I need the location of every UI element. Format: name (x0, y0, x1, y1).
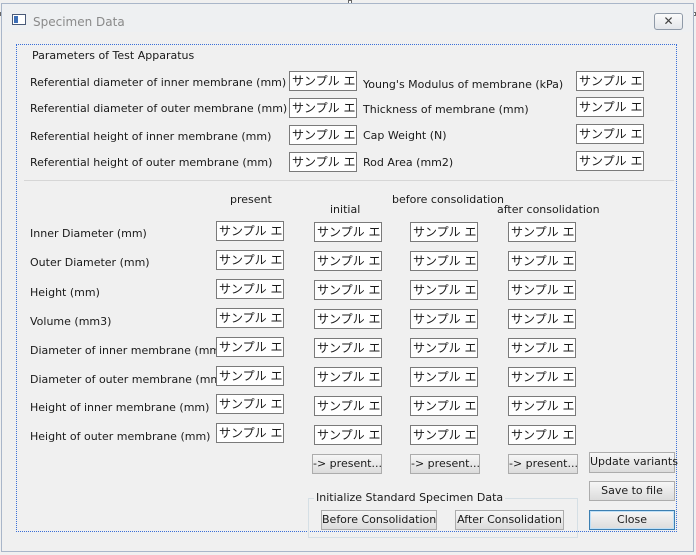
inner-membrane-height-before-input[interactable]: サンプル エ: (410, 396, 478, 416)
height-initial-input[interactable]: サンプル エ: (314, 280, 382, 300)
ref-outer-height-input[interactable]: サンプル エ: (289, 152, 357, 172)
outer-membrane-diameter-label: Diameter of outer membrane (mm) (30, 373, 226, 386)
section-divider (24, 180, 674, 181)
inner-diameter-before-input[interactable]: サンプル エ: (410, 222, 478, 242)
apparatus-heading: Parameters of Test Apparatus (32, 49, 195, 62)
ref-inner-height-label: Referential height of inner membrane (mm… (30, 130, 272, 143)
update-variants-button[interactable]: Update variants (589, 452, 678, 473)
volume-before-input[interactable]: サンプル エ: (410, 309, 478, 329)
inner-diameter-present-input[interactable]: サンプル エ: (216, 221, 284, 241)
outer-diameter-after-input[interactable]: サンプル エ: (508, 251, 576, 271)
rod-area-input[interactable]: サンプル エ: (576, 151, 644, 171)
inner-diameter-after-input[interactable]: サンプル エ: (508, 222, 576, 242)
copy-before-to-present-button[interactable]: -> present... (410, 454, 480, 474)
height-label: Height (mm) (30, 286, 100, 299)
outer-membrane-height-after-input[interactable]: サンプル エ: (508, 425, 576, 445)
outer-membrane-diameter-before-input[interactable]: サンプル エ: (410, 367, 478, 387)
cap-weight-label: Cap Weight (N) (363, 129, 447, 142)
inner-diameter-label: Inner Diameter (mm) (30, 227, 147, 240)
app-window-icon (12, 14, 26, 25)
save-to-file-button[interactable]: Save to file (589, 481, 675, 501)
outer-membrane-diameter-present-input[interactable]: サンプル エ: (216, 366, 284, 386)
volume-after-input[interactable]: サンプル エ: (508, 309, 576, 329)
membrane-thickness-label: Thickness of membrane (mm) (363, 103, 529, 116)
ref-outer-diameter-input[interactable]: サンプル エ: (289, 98, 357, 118)
window-title: Specimen Data (33, 15, 125, 29)
youngs-modulus-input[interactable]: サンプル エ: (576, 71, 644, 91)
height-after-input[interactable]: サンプル エ: (508, 280, 576, 300)
inner-diameter-initial-input[interactable]: サンプル エ: (314, 222, 382, 242)
column-header-after-consolidation: after consolidation (497, 203, 600, 216)
column-header-present: present (230, 193, 272, 206)
column-header-before-consolidation: before consolidation (392, 193, 505, 206)
initialize-group-heading: Initialize Standard Specimen Data (314, 491, 506, 504)
height-present-input[interactable]: サンプル エ: (216, 279, 284, 299)
inner-membrane-diameter-after-input[interactable]: サンプル エ: (508, 338, 576, 358)
window-close-button[interactable]: ✕ (654, 13, 683, 30)
column-header-initial: initial (330, 203, 361, 216)
inner-membrane-height-label: Height of inner membrane (mm) (30, 401, 210, 414)
cap-weight-input[interactable]: サンプル エ: (576, 124, 644, 144)
inner-membrane-diameter-initial-input[interactable]: サンプル エ: (314, 338, 382, 358)
rod-area-label: Rod Area (mm2) (363, 156, 454, 169)
ref-inner-diameter-label: Referential diameter of inner membrane (… (30, 76, 287, 89)
outer-diameter-present-input[interactable]: サンプル エ: (216, 250, 284, 270)
volume-initial-input[interactable]: サンプル エ: (314, 309, 382, 329)
membrane-thickness-input[interactable]: サンプル エ: (576, 97, 644, 117)
inner-membrane-height-after-input[interactable]: サンプル エ: (508, 396, 576, 416)
outer-membrane-height-initial-input[interactable]: サンプル エ: (314, 425, 382, 445)
ref-outer-height-label: Referential height of outer membrane (mm… (30, 156, 273, 169)
ref-outer-diameter-label: Referential diameter of outer membrane (… (30, 102, 288, 115)
inner-membrane-height-present-input[interactable]: サンプル エ: (216, 394, 284, 414)
outer-diameter-label: Outer Diameter (mm) (30, 256, 150, 269)
outer-membrane-diameter-after-input[interactable]: サンプル エ: (508, 367, 576, 387)
inner-membrane-diameter-before-input[interactable]: サンプル エ: (410, 338, 478, 358)
inner-membrane-diameter-present-input[interactable]: サンプル エ: (216, 337, 284, 357)
height-before-input[interactable]: サンプル エ: (410, 280, 478, 300)
copy-initial-to-present-button[interactable]: -> present... (312, 454, 382, 474)
copy-after-to-present-button[interactable]: -> present... (508, 454, 578, 474)
after-consolidation-button[interactable]: After Consolidation (455, 510, 564, 530)
inner-membrane-height-initial-input[interactable]: サンプル エ: (314, 396, 382, 416)
before-consolidation-button[interactable]: Before Consolidation (321, 510, 437, 530)
youngs-modulus-label: Young's Modulus of membrane (kPa) (363, 78, 564, 91)
outer-membrane-height-label: Height of outer membrane (mm) (30, 430, 211, 443)
outer-membrane-height-before-input[interactable]: サンプル エ: (410, 425, 478, 445)
outer-membrane-diameter-initial-input[interactable]: サンプル エ: (314, 367, 382, 387)
volume-label: Volume (mm3) (30, 315, 112, 328)
inner-membrane-diameter-label: Diameter of inner membrane (mm) (30, 344, 225, 357)
outer-diameter-initial-input[interactable]: サンプル エ: (314, 251, 382, 271)
volume-present-input[interactable]: サンプル エ: (216, 308, 284, 328)
outer-diameter-before-input[interactable]: サンプル エ: (410, 251, 478, 271)
ref-inner-diameter-input[interactable]: サンプル エ: (289, 71, 357, 91)
outer-membrane-height-present-input[interactable]: サンプル エ: (216, 423, 284, 443)
ref-inner-height-input[interactable]: サンプル エ: (289, 125, 357, 145)
close-button[interactable]: Close (589, 510, 675, 530)
